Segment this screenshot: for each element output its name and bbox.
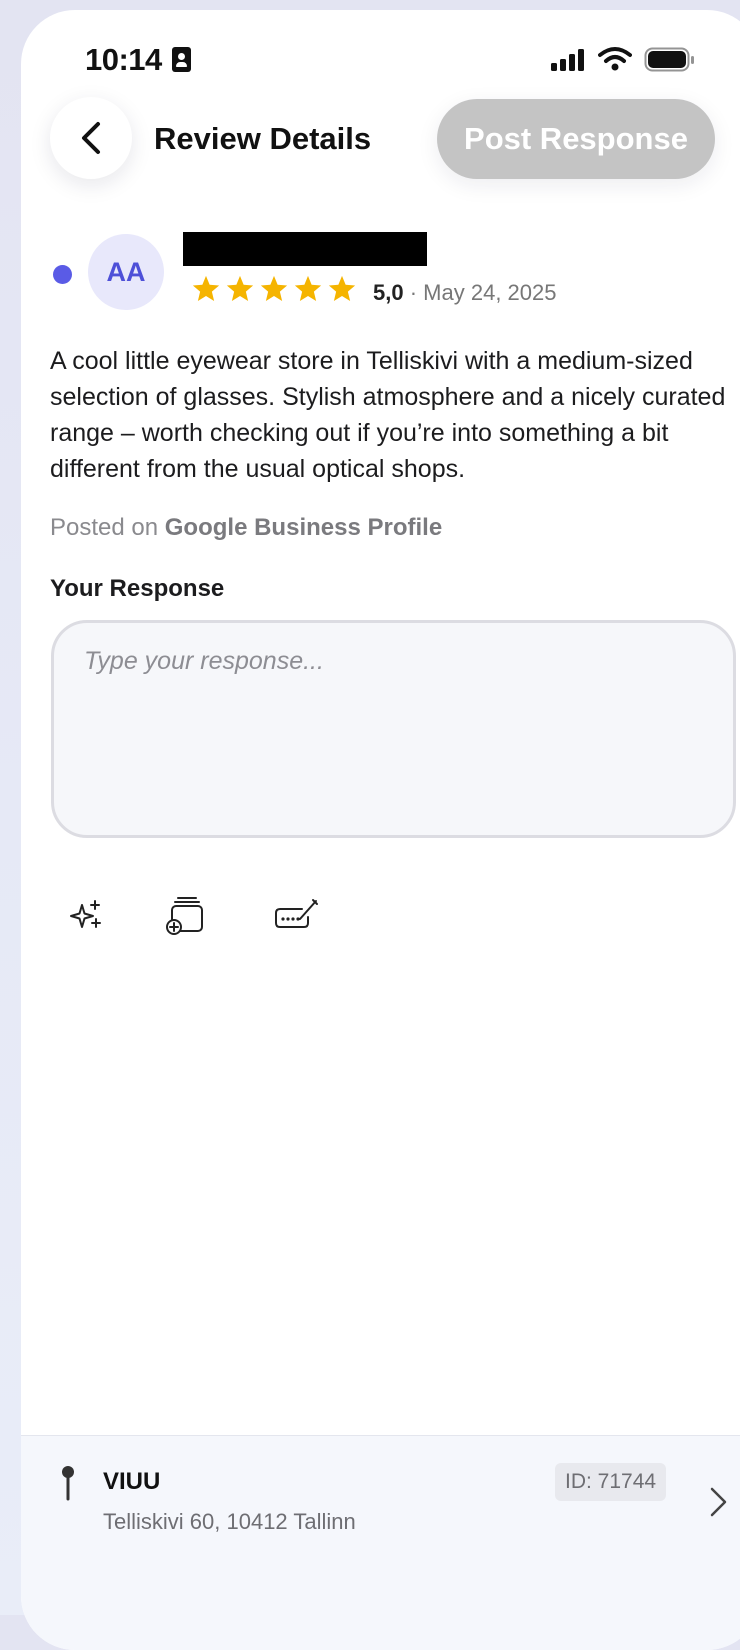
keyboard-edit-button[interactable] bbox=[271, 890, 321, 940]
response-label: Your Response bbox=[50, 575, 225, 602]
location-address: Telliskivi 60, 10412 Tallinn bbox=[103, 1509, 356, 1534]
review-source: Google Business Profile bbox=[164, 514, 443, 541]
chevron-right-icon bbox=[710, 1487, 727, 1517]
rating-stars bbox=[191, 274, 357, 304]
location-card[interactable]: VIUU Telliskivi 60, 10412 Tallinn ID: 71… bbox=[21, 1435, 740, 1650]
back-button[interactable] bbox=[50, 97, 132, 179]
star-icon bbox=[260, 275, 288, 301]
reviewer-avatar: AA bbox=[88, 234, 164, 310]
add-template-button[interactable] bbox=[161, 890, 211, 940]
rating-separator: · bbox=[409, 280, 418, 305]
cellular-signal-icon bbox=[551, 49, 584, 71]
rating-and-date: 5,0 · May 24, 2025 bbox=[373, 280, 556, 306]
star-icon bbox=[226, 275, 254, 301]
keyboard-edit-icon bbox=[275, 899, 318, 928]
add-template-icon bbox=[166, 897, 203, 935]
map-pin-icon bbox=[62, 1466, 74, 1501]
location-name: VIUU bbox=[103, 1468, 161, 1495]
star-icon bbox=[328, 275, 356, 301]
post-response-button[interactable]: Post Response bbox=[437, 99, 715, 179]
posted-on: Posted on Google Business Profile bbox=[50, 514, 442, 542]
ai-sparkles-icon bbox=[70, 900, 101, 928]
review-text: A cool little eyewear store in Telliskiv… bbox=[50, 347, 726, 483]
star-icon bbox=[192, 275, 220, 301]
reviewer-name-redacted bbox=[183, 232, 427, 266]
focus-mode-icon bbox=[172, 47, 191, 72]
unread-indicator-dot bbox=[53, 265, 72, 284]
review-date: May 24, 2025 bbox=[423, 280, 557, 305]
posted-on-prefix: Posted on bbox=[50, 514, 159, 541]
response-input[interactable] bbox=[51, 620, 736, 838]
status-time: 10:14 bbox=[85, 42, 162, 77]
battery-icon bbox=[644, 47, 694, 72]
star-icon bbox=[294, 275, 322, 301]
location-id-badge: ID: 71744 bbox=[555, 1463, 667, 1501]
rating-value: 5,0 bbox=[373, 280, 404, 305]
wifi-icon bbox=[598, 47, 632, 71]
chevron-left-icon bbox=[82, 122, 100, 154]
page-title: Review Details bbox=[154, 121, 372, 156]
ai-suggest-button[interactable] bbox=[62, 890, 112, 940]
phone-screen: 10:14 Review Details Post Response AA 5,… bbox=[21, 10, 740, 1650]
